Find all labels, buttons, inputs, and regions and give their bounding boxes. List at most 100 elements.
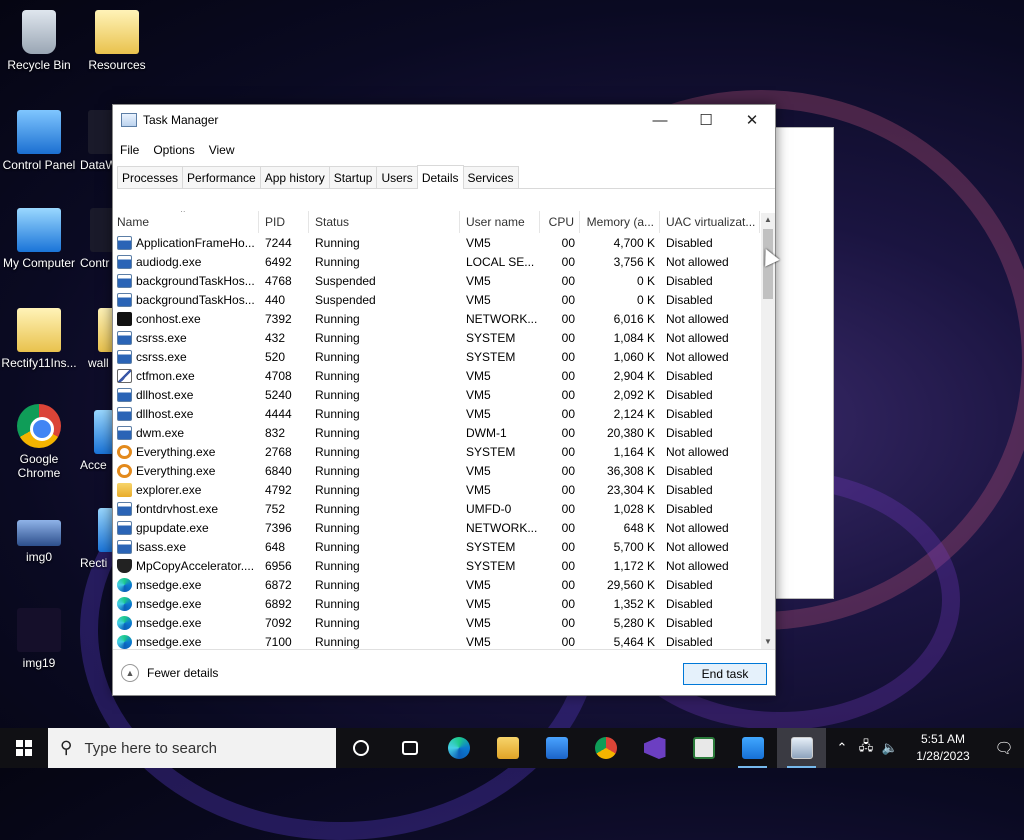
desktop-icon-google-chrome[interactable]: Google Chrome (0, 404, 78, 480)
table-row[interactable]: audiodg.exe 6492 Running LOCAL SE... 00 3,756… (113, 252, 775, 271)
tab-processes[interactable]: Processes (117, 166, 184, 188)
table-row[interactable]: gpupdate.exe 7396 Running NETWORK... 00 648 K… (113, 518, 775, 537)
fewer-details-button[interactable]: ▲ Fewer details (121, 663, 218, 682)
memory-cell: 1,164 K (613, 444, 655, 459)
desktop-icon-img19[interactable]: img19 (0, 608, 78, 670)
memory-cell: 648 K (623, 520, 655, 535)
table-row[interactable]: msedge.exe 6892 Running VM5 00 1,352 K Disable… (113, 594, 775, 613)
uac-cell: Not allowed (666, 558, 729, 573)
vertical-scrollbar[interactable]: ▲ ▼ (761, 213, 775, 649)
table-row[interactable]: msedge.exe 6872 Running VM5 00 29,560 K Disabl… (113, 575, 775, 594)
table-row[interactable]: backgroundTaskHos... 4768 Suspended VM5 00 0 … (113, 271, 775, 290)
desktop-icon-rectify11ins[interactable]: Rectify11Ins... (0, 308, 78, 370)
column-header-name[interactable]: Name (113, 211, 259, 233)
table-row[interactable]: backgroundTaskHos... 440 Suspended VM5 00 0 K… (113, 290, 775, 309)
uac-cell: Disabled (666, 615, 713, 630)
taskbar-file-explorer[interactable] (483, 728, 532, 768)
end-task-button[interactable]: End task (683, 663, 767, 685)
column-header-uac[interactable]: UAC virtualizat... (660, 211, 760, 233)
tab-startup[interactable]: Startup (328, 166, 378, 188)
maximize-button[interactable]: ☐ (683, 105, 729, 135)
menu-options[interactable]: Options (153, 143, 194, 157)
menu-file[interactable]: File (120, 143, 139, 157)
pen-icon (117, 368, 132, 383)
desktop-icon-my-computer[interactable]: My Computer (0, 208, 78, 270)
uac-cell: Disabled (666, 273, 713, 288)
process-name-cell: lsass.exe (113, 539, 259, 554)
taskbar-store[interactable] (532, 728, 581, 768)
cpu-cell: 00 (561, 311, 575, 326)
task-manager-icon (790, 737, 813, 759)
table-row[interactable]: dwm.exe 832 Running DWM-1 00 20,380 K Disabled (113, 423, 775, 442)
status-cell: Running (315, 463, 360, 478)
start-button[interactable] (0, 728, 48, 768)
column-header-memory[interactable]: Memory (a... (580, 211, 660, 233)
task-view-button[interactable] (385, 728, 434, 768)
table-row[interactable]: dllhost.exe 4444 Running VM5 00 2,124 K Disabl… (113, 404, 775, 423)
taskbar-edge[interactable] (434, 728, 483, 768)
clock[interactable]: 5:51 AM 1/28/2023 (906, 731, 980, 765)
table-row[interactable]: msedge.exe 7092 Running VM5 00 5,280 K Disable… (113, 613, 775, 632)
pid-cell: 5240 (265, 387, 292, 402)
table-row[interactable]: Everything.exe 6840 Running VM5 00 36,308 K Di… (113, 461, 775, 480)
table-row[interactable]: MpCopyAccelerator.... 6956 Running SYSTEM 00… (113, 556, 775, 575)
tab-details[interactable]: Details (416, 165, 464, 189)
taskbar-task-manager[interactable] (777, 728, 826, 768)
notification-icon[interactable]: 🗨 (984, 739, 1024, 757)
table-row[interactable]: Everything.exe 2768 Running SYSTEM 00 1,164 K… (113, 442, 775, 461)
menu-view[interactable]: View (209, 143, 235, 157)
pid-cell: 7100 (265, 634, 292, 649)
tab-performance[interactable]: Performance (182, 166, 261, 188)
desktop-icon-recycle-bin[interactable]: Recycle Bin (0, 10, 78, 72)
table-row[interactable]: ctfmon.exe 4708 Running VM5 00 2,904 K Disable… (113, 366, 775, 385)
process-name: msedge.exe (136, 596, 202, 611)
tab-services[interactable]: Services (462, 166, 519, 188)
title-bar[interactable]: Task Manager — ☐ ✕ (113, 105, 775, 135)
column-header-status[interactable]: Status (309, 211, 460, 233)
table-row[interactable]: conhost.exe 7392 Running NETWORK... 00 6,016 … (113, 309, 775, 328)
desktop-icon-img0[interactable]: img0 (0, 508, 78, 564)
tab-users[interactable]: Users (376, 166, 418, 188)
search-box[interactable]: ⚲ Type here to search (48, 728, 336, 768)
taskbar-chrome[interactable] (581, 728, 630, 768)
table-row[interactable]: fontdrvhost.exe 752 Running UMFD-0 00 1,028 K… (113, 499, 775, 518)
pid-cell: 4444 (265, 406, 292, 421)
table-row[interactable]: msedge.exe 7100 Running VM5 00 5,464 K Disable… (113, 632, 775, 649)
scroll-down-icon[interactable]: ▼ (761, 635, 775, 649)
scroll-up-icon[interactable]: ▲ (761, 213, 775, 227)
minimize-button[interactable]: — (637, 105, 683, 135)
desktop-icon-control-panel[interactable]: Control Panel (0, 110, 78, 172)
memory-cell: 1,172 K (613, 558, 655, 573)
taskbar-visual-studio[interactable] (630, 728, 679, 768)
edge-icon (447, 737, 470, 759)
uac-cell: Disabled (666, 235, 713, 250)
close-button[interactable]: ✕ (729, 105, 775, 135)
tab-app-history[interactable]: App history (259, 166, 330, 188)
uac-cell: Disabled (666, 482, 713, 497)
background-window[interactable] (770, 127, 834, 599)
cortana-button[interactable] (336, 728, 385, 768)
user-cell: VM5 (466, 406, 491, 421)
table-row[interactable]: dllhost.exe 5240 Running VM5 00 2,092 K Disabl… (113, 385, 775, 404)
desktop-icon-resources[interactable]: Resources (78, 10, 156, 72)
table-row[interactable]: ApplicationFrameHo... 7244 Running VM5 00 4,7… (113, 233, 775, 252)
table-row[interactable]: lsass.exe 648 Running SYSTEM 00 5,700 K Not al… (113, 537, 775, 556)
column-header-cpu[interactable]: CPU (540, 211, 580, 233)
memory-cell: 5,280 K (613, 615, 655, 630)
network-icon[interactable]: 🖧 (854, 737, 878, 759)
show-hidden-icons-chevron-icon[interactable]: ⌃ (830, 740, 854, 756)
process-name-cell: dllhost.exe (113, 406, 259, 421)
taskbar-news[interactable] (679, 728, 728, 768)
cpu-cell: 00 (561, 387, 575, 402)
table-row[interactable]: csrss.exe 520 Running SYSTEM 00 1,060 K Not al… (113, 347, 775, 366)
process-name-cell: fontdrvhost.exe (113, 501, 259, 516)
volume-icon[interactable]: 🔈 (878, 740, 902, 756)
user-cell: SYSTEM (466, 444, 516, 459)
column-header-pid[interactable]: PID (259, 211, 309, 233)
table-row[interactable]: csrss.exe 432 Running SYSTEM 00 1,084 K Not al… (113, 328, 775, 347)
taskbar-windows-app[interactable] (728, 728, 777, 768)
user-cell: VM5 (466, 577, 491, 592)
process-name-cell: ApplicationFrameHo... (113, 235, 259, 250)
column-header-user-name[interactable]: User name (460, 211, 540, 233)
table-row[interactable]: explorer.exe 4792 Running VM5 00 23,304 K Disa… (113, 480, 775, 499)
